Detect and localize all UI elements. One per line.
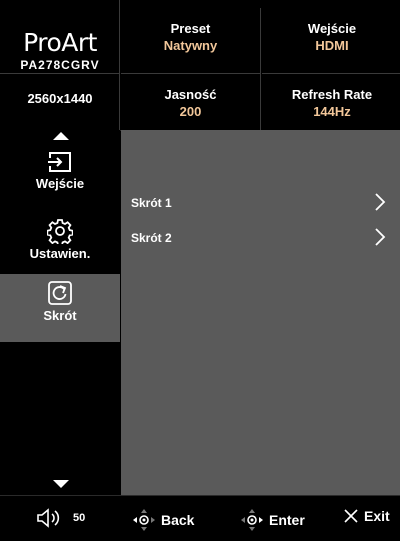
gear-icon (47, 219, 73, 244)
status-refresh-rate: Refresh Rate 144Hz (262, 73, 400, 138)
back-button[interactable]: Back (132, 508, 194, 532)
sidebar-item-label: Skrót (43, 308, 77, 323)
input-icon (47, 152, 71, 172)
chevron-right-icon (375, 228, 386, 246)
speaker-icon (37, 508, 60, 528)
row-label: Skrót 1 (131, 196, 172, 210)
scroll-up-arrow-icon[interactable] (53, 132, 69, 140)
model-name: PA278CGRV (20, 58, 100, 72)
brand-divider (0, 73, 120, 74)
back-label: Back (161, 512, 195, 528)
scroll-down-arrow-icon[interactable] (53, 480, 69, 488)
joystick-icon (241, 509, 263, 531)
status-preset: Preset Natywny (121, 8, 261, 73)
brand-block: ProArt PA278CGRV 2560x1440 (0, 0, 120, 130)
status-input: Wejście HDMI (262, 8, 400, 73)
osd-header: ProArt PA278CGRV 2560x1440 Preset Natywn… (0, 0, 400, 138)
sidebar: Wejście Ustawien. Skrót (0, 130, 120, 495)
refresh-rate-value: 144Hz (313, 104, 351, 119)
exit-button[interactable]: Exit (343, 508, 390, 524)
sidebar-item-label: Wejście (35, 176, 85, 191)
brightness-label: Jasność (164, 87, 217, 102)
sidebar-item-shortcut[interactable]: Skrót (0, 274, 120, 342)
joystick-icon (133, 509, 155, 531)
resolution: 2560x1440 (27, 91, 93, 106)
osd-footer: 50 Back Enter Exit (0, 495, 400, 541)
volume-control[interactable]: 50 (36, 508, 85, 528)
shortcut-icon (48, 281, 72, 305)
brand-logo: ProArt (23, 28, 97, 57)
status-brightness: Jasność 200 (121, 73, 261, 138)
sidebar-item-input[interactable]: Wejście (0, 150, 120, 218)
chevron-right-icon (375, 193, 386, 211)
main-panel: Skrót 1 Skrót 2 (121, 130, 400, 495)
enter-button[interactable]: Enter (240, 508, 305, 532)
row-label: Skrót 2 (131, 231, 172, 245)
preset-label: Preset (170, 21, 211, 36)
close-icon (344, 509, 358, 523)
volume-value: 50 (73, 512, 86, 524)
input-label: Wejście (307, 21, 357, 36)
preset-value: Natywny (163, 38, 218, 53)
brightness-value: 200 (179, 104, 202, 119)
menu-row-shortcut-2[interactable]: Skrót 2 (121, 225, 400, 251)
input-value: HDMI (315, 38, 349, 53)
menu-row-shortcut-1[interactable]: Skrót 1 (121, 190, 400, 216)
sidebar-item-label: Ustawien. (29, 246, 91, 261)
enter-label: Enter (269, 512, 305, 528)
exit-label: Exit (364, 508, 390, 524)
refresh-rate-label: Refresh Rate (291, 87, 373, 102)
